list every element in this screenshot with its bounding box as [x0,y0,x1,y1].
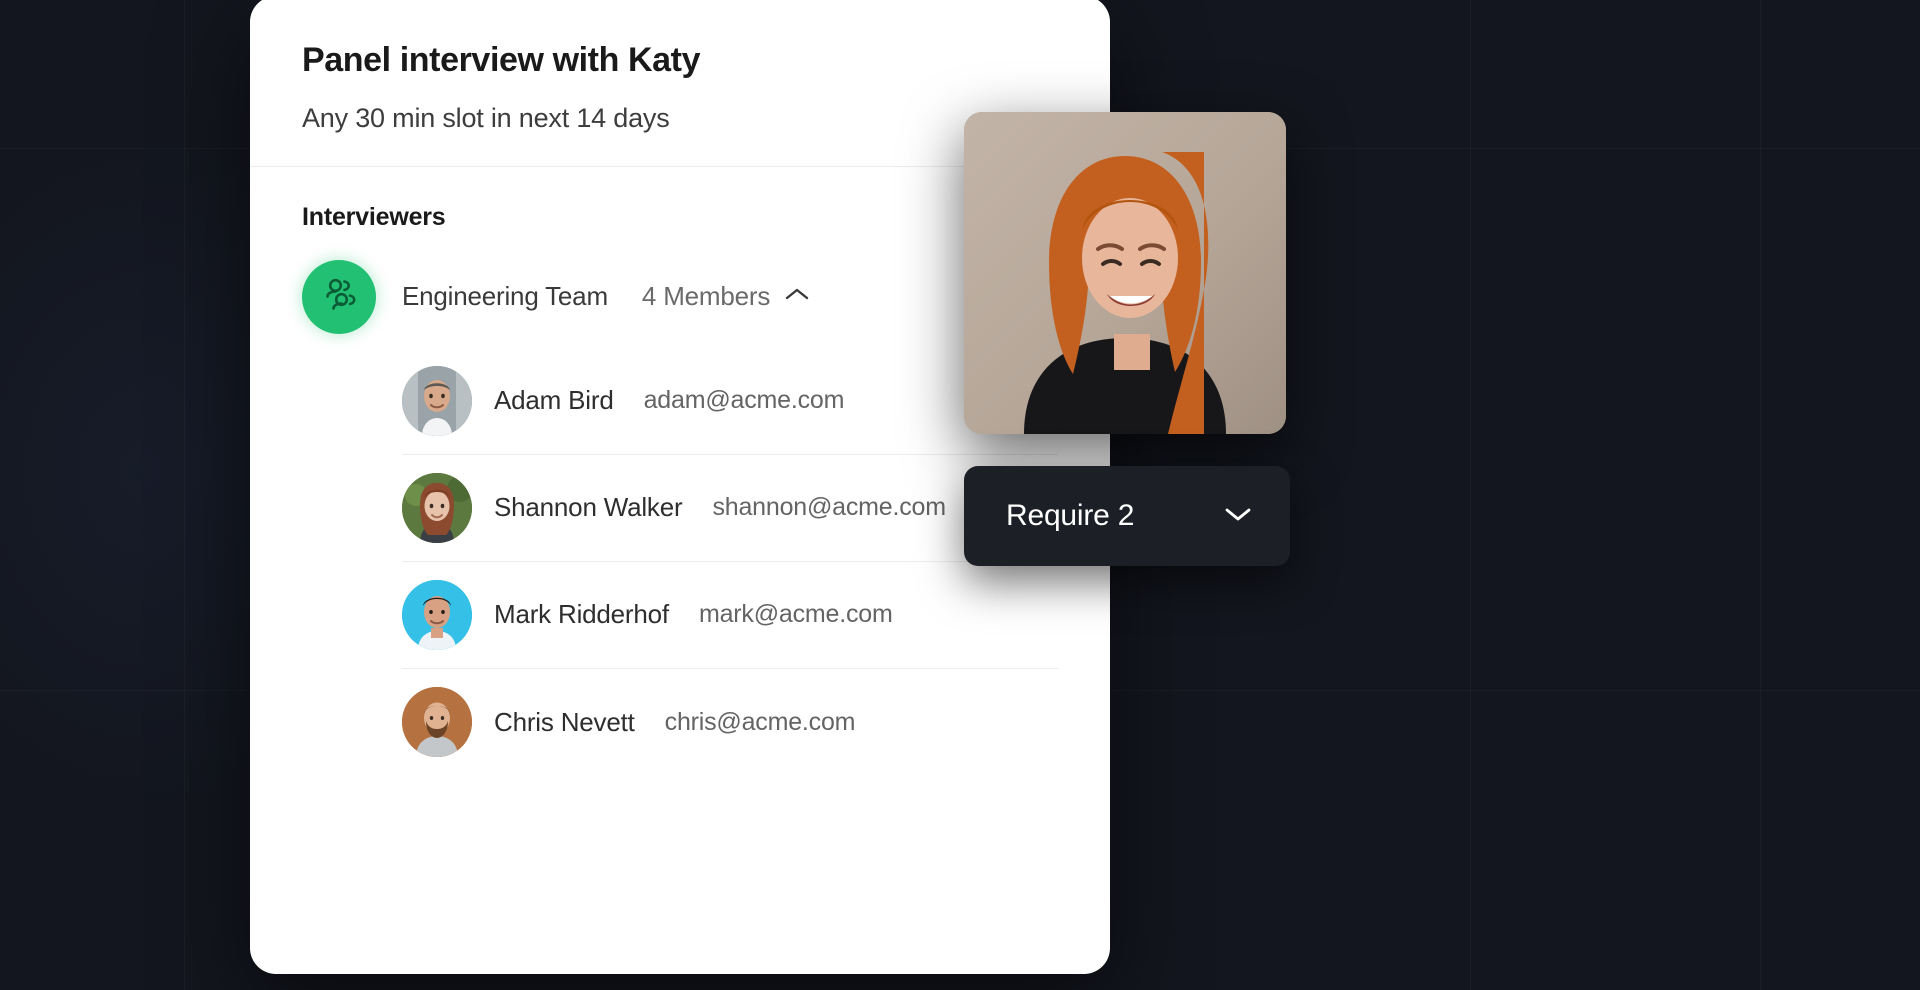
avatar [402,365,472,436]
grid-line-vertical [184,0,185,990]
group-people-icon [319,274,359,319]
chevron-down-icon[interactable] [1222,504,1254,529]
require-count-label: Require 2 [1006,499,1135,532]
table-row[interactable]: Mark Ridderhof mark@acme.com [402,562,1058,669]
video-thumbnail-katy[interactable] [964,112,1286,434]
team-row: Engineering Team 4 Members [302,259,1058,334]
member-name: Adam Bird [494,385,614,416]
team-members-count: 4 Members [641,281,771,312]
avatar [402,687,472,758]
member-list: Adam Bird adam@acme.com Shannon Walker s… [302,348,1058,776]
avatar [402,472,472,543]
member-name: Mark Ridderhof [494,599,669,630]
team-members-toggle[interactable]: 4 Members [642,281,810,312]
require-count-dropdown[interactable]: Require 2 [964,466,1290,566]
page-title: Panel interview with Katy [302,41,701,79]
grid-line-vertical [1760,0,1761,990]
member-email: mark@acme.com [698,600,893,629]
interviewers-section-title: Interviewers [302,202,446,231]
table-row[interactable]: Adam Bird adam@acme.com [402,348,1058,455]
chevron-up-icon[interactable] [784,286,810,307]
table-row[interactable]: Shannon Walker shannon@acme.com [402,455,1058,562]
member-email: adam@acme.com [643,386,845,415]
team-name: Engineering Team [402,281,608,312]
card-subtitle: Any 30 min slot in next 14 days [302,102,670,133]
grid-line-vertical [1470,0,1471,990]
team-avatar [302,259,376,334]
member-email: shannon@acme.com [712,493,946,522]
member-name: Chris Nevett [494,706,635,737]
member-email: chris@acme.com [664,707,856,736]
member-name: Shannon Walker [494,492,683,523]
table-row[interactable]: Chris Nevett chris@acme.com [402,669,1058,776]
avatar [402,579,472,650]
